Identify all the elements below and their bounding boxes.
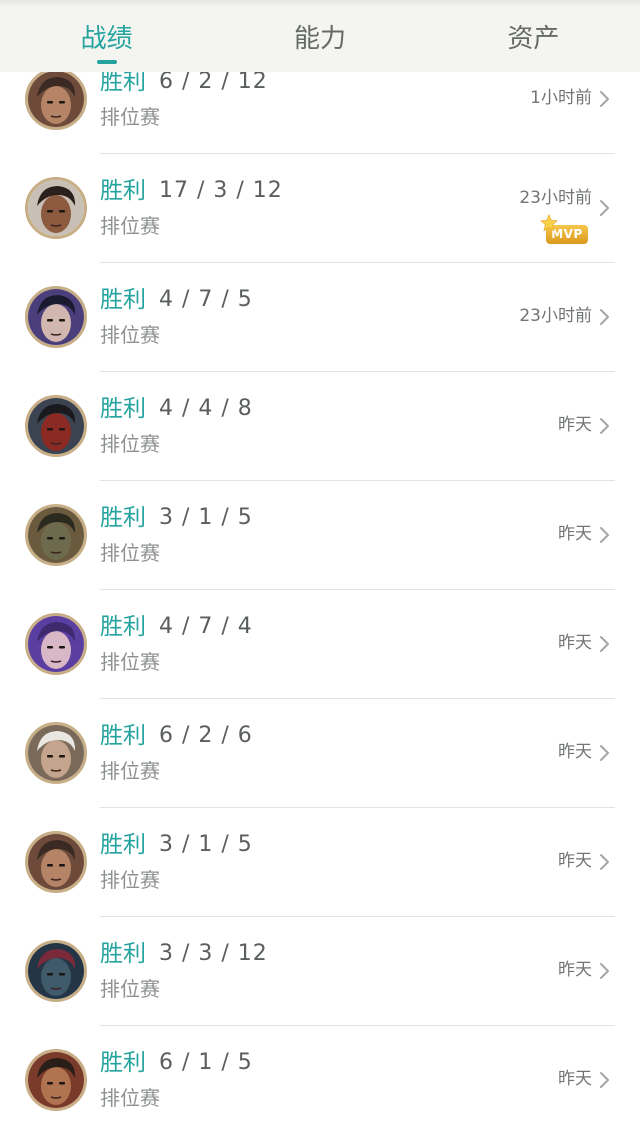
- active-tab-indicator: [96, 60, 117, 64]
- tab-assets[interactable]: 资产: [427, 0, 640, 72]
- hero-avatar-icon: [25, 504, 87, 566]
- tab-record[interactable]: 战绩: [0, 0, 213, 72]
- chevron-right-icon: [600, 636, 609, 652]
- star-icon: [540, 214, 558, 232]
- match-mode: 排位赛: [100, 868, 160, 892]
- match-mode: 排位赛: [100, 759, 160, 783]
- match-row[interactable]: 胜利 17 / 3 / 12 排位赛 23小时前 MVP: [0, 154, 640, 263]
- match-row[interactable]: 胜利 4 / 7 / 4 排位赛 昨天: [0, 590, 640, 699]
- chevron-right-icon: [600, 963, 609, 979]
- match-result: 胜利: [100, 1050, 146, 1076]
- match-mode: 排位赛: [100, 323, 160, 347]
- match-kda: 4 / 4 / 8: [159, 396, 253, 421]
- mvp-badge: MVP: [540, 214, 588, 245]
- match-result: 胜利: [100, 505, 146, 531]
- hero-avatar-icon: [25, 177, 87, 239]
- match-time: 昨天: [558, 960, 592, 980]
- match-row[interactable]: 胜利 6 / 1 / 5 排位赛 昨天: [0, 1026, 640, 1124]
- match-time: 昨天: [558, 1069, 592, 1089]
- match-kda: 4 / 7 / 5: [159, 287, 253, 312]
- chevron-right-icon: [600, 418, 609, 434]
- match-result: 胜利: [100, 287, 146, 313]
- hero-avatar-icon: [25, 831, 87, 893]
- match-row[interactable]: 胜利 6 / 2 / 6 排位赛 昨天: [0, 699, 640, 808]
- match-time: 昨天: [558, 633, 592, 653]
- match-result: 胜利: [100, 396, 146, 422]
- chevron-right-icon: [600, 854, 609, 870]
- chevron-right-icon: [600, 745, 609, 761]
- match-kda: 3 / 1 / 5: [159, 832, 253, 857]
- tab-ability-label: 能力: [293, 24, 346, 54]
- match-mode: 排位赛: [100, 977, 160, 1001]
- match-time: 昨天: [558, 524, 592, 544]
- match-mode: 排位赛: [100, 214, 160, 238]
- chevron-right-icon: [600, 527, 609, 543]
- match-row[interactable]: 胜利 4 / 7 / 5 排位赛 23小时前: [0, 263, 640, 372]
- chevron-right-icon: [600, 1072, 609, 1088]
- match-time: 1小时前: [530, 88, 592, 108]
- hero-avatar-icon: [25, 722, 87, 784]
- match-row[interactable]: 胜利 3 / 1 / 5 排位赛 昨天: [0, 808, 640, 917]
- hero-avatar-icon: [25, 940, 87, 1002]
- match-time: 23小时前: [519, 188, 592, 208]
- match-time: 23小时前: [519, 306, 592, 326]
- chevron-right-icon: [600, 91, 609, 107]
- match-mode: 排位赛: [100, 105, 160, 129]
- match-kda: 3 / 1 / 5: [159, 505, 253, 530]
- match-row[interactable]: 胜利 4 / 4 / 8 排位赛 昨天: [0, 372, 640, 481]
- match-kda: 6 / 1 / 5: [159, 1050, 253, 1075]
- match-result: 胜利: [100, 941, 146, 967]
- hero-avatar-icon: [25, 286, 87, 348]
- tab-ability[interactable]: 能力: [213, 0, 426, 72]
- match-mode: 排位赛: [100, 650, 160, 674]
- match-time: 昨天: [558, 851, 592, 871]
- tab-assets-label: 资产: [507, 24, 560, 54]
- match-mode: 排位赛: [100, 541, 160, 565]
- match-time: 昨天: [558, 415, 592, 435]
- match-result: 胜利: [100, 723, 146, 749]
- match-result: 胜利: [100, 614, 146, 640]
- hero-avatar-icon: [25, 68, 87, 130]
- match-history-list: 胜利 6 / 2 / 12 排位赛 1小时前 胜利 17 / 3 / 12 排位赛 23小时前…: [0, 45, 640, 1124]
- chevron-right-icon: [600, 309, 609, 325]
- match-kda: 4 / 7 / 4: [159, 614, 253, 639]
- match-time: 昨天: [558, 742, 592, 762]
- top-tab-bar: 战绩 能力 资产: [0, 0, 640, 72]
- match-kda: 6 / 2 / 6: [159, 723, 253, 748]
- match-kda: 3 / 3 / 12: [159, 941, 268, 966]
- hero-avatar-icon: [25, 613, 87, 675]
- app-screen: 战绩 能力 资产 胜利 6 / 2 / 12 排位赛 1小时前 胜利 17 / 3 / 1…: [0, 0, 640, 1124]
- match-mode: 排位赛: [100, 1086, 160, 1110]
- match-kda: 17 / 3 / 12: [159, 178, 283, 203]
- match-result: 胜利: [100, 178, 146, 204]
- match-row[interactable]: 胜利 3 / 3 / 12 排位赛 昨天: [0, 917, 640, 1026]
- match-mode: 排位赛: [100, 432, 160, 456]
- match-row[interactable]: 胜利 3 / 1 / 5 排位赛 昨天: [0, 481, 640, 590]
- hero-avatar-icon: [25, 395, 87, 457]
- match-result: 胜利: [100, 832, 146, 858]
- hero-avatar-icon: [25, 1049, 87, 1111]
- tab-record-label: 战绩: [80, 24, 133, 54]
- chevron-right-icon: [600, 200, 609, 216]
